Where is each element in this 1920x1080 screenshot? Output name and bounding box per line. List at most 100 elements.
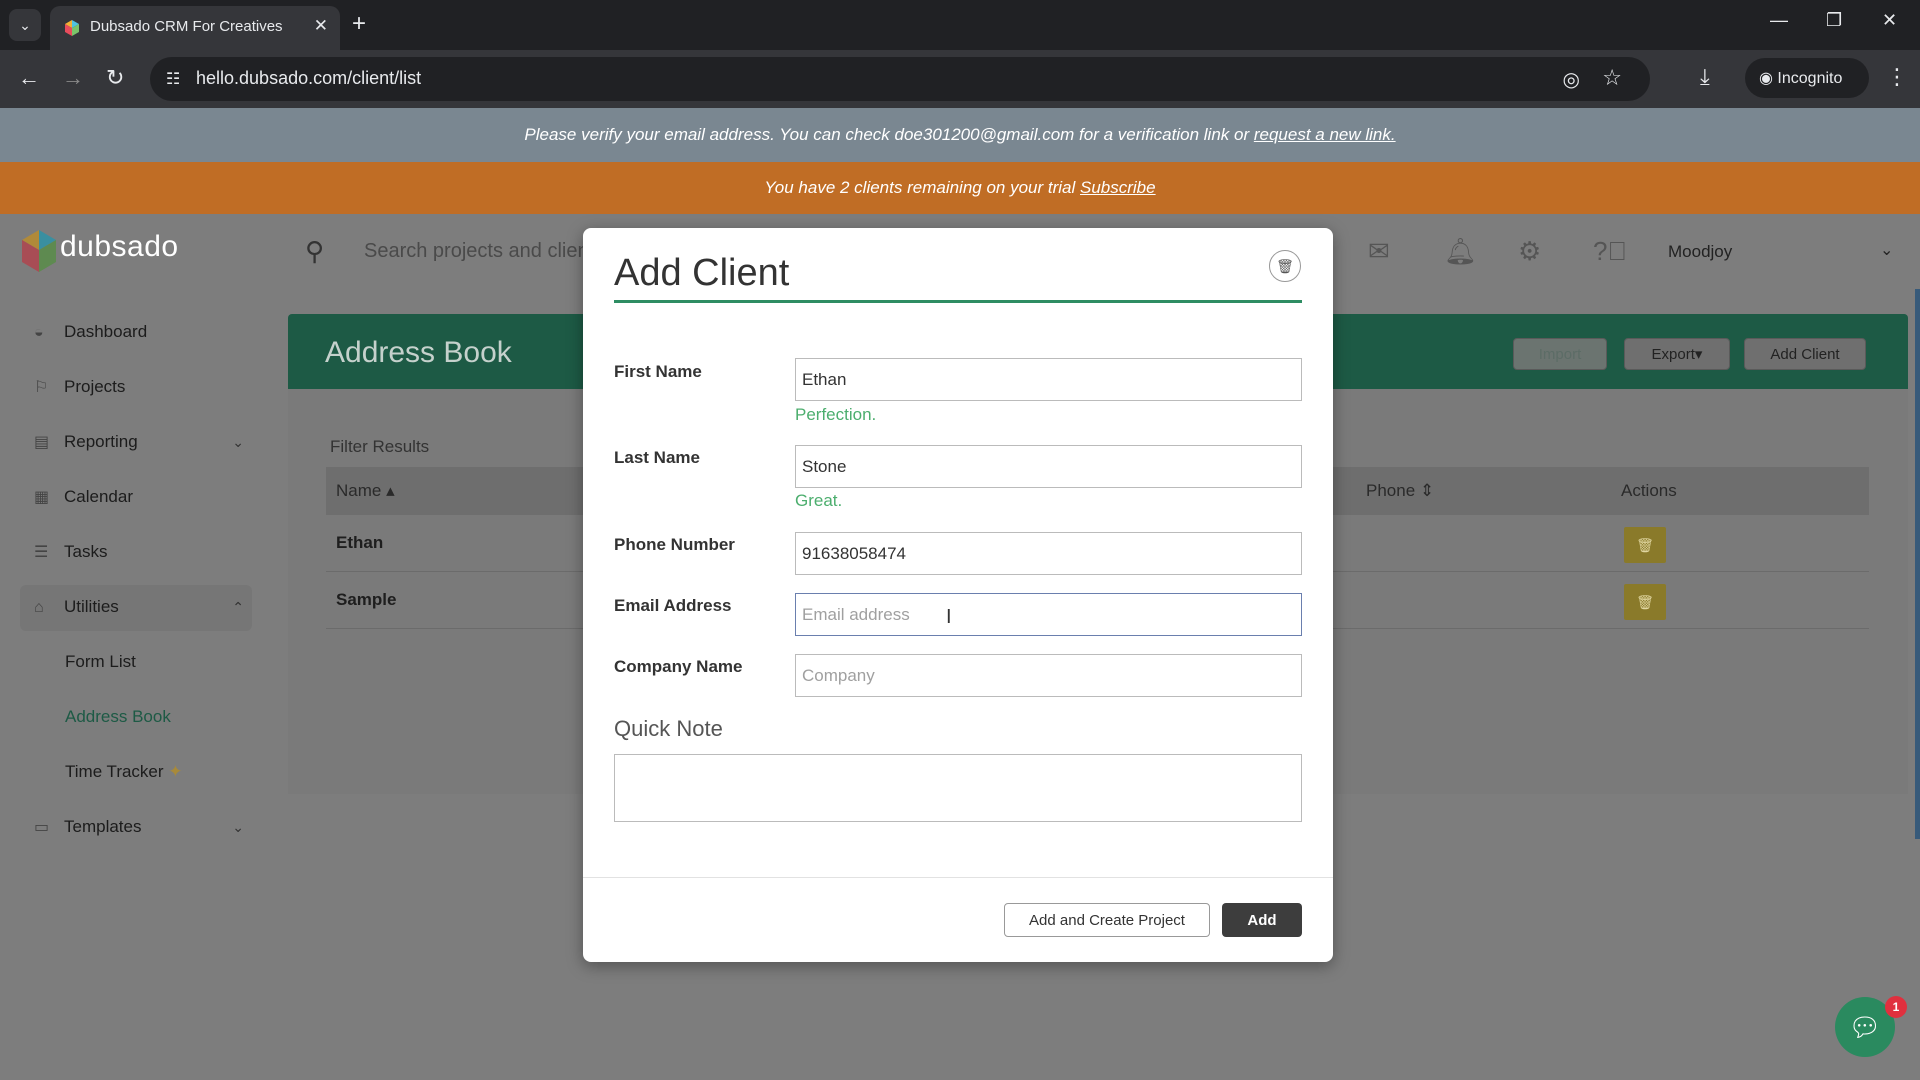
verify-email-banner: Please verify your email address. You ca… — [0, 108, 1920, 162]
reload-icon[interactable]: ↻ — [106, 64, 124, 92]
sidebar-item-time-tracker[interactable]: Time Tracker ✦ — [65, 757, 183, 787]
chevron-up-icon: ⌃ — [232, 599, 244, 615]
filter-results-label[interactable]: Filter Results — [330, 437, 429, 457]
discard-button[interactable]: 🗑︎ — [1269, 250, 1301, 282]
first-name-label: First Name — [614, 362, 702, 381]
incognito-icon: ◉ — [1759, 70, 1773, 87]
add-and-create-project-button[interactable]: Add and Create Project — [1004, 903, 1210, 937]
dubsado-favicon-icon — [65, 20, 79, 36]
browser-tab-bar: ⌄ Dubsado CRM For Creatives ✕ + — ❐ ✕ — [0, 0, 1920, 50]
trash-icon: 🗑︎ — [1636, 594, 1654, 610]
dubsado-logo-icon[interactable] — [22, 230, 56, 272]
phone-label: Phone Number — [614, 535, 735, 554]
sidebar-item-address-book[interactable]: Address Book — [65, 702, 171, 732]
delete-client-button[interactable]: 🗑︎ — [1624, 527, 1666, 563]
browser-menu-icon[interactable]: ⋮ — [1886, 64, 1908, 90]
address-bar[interactable]: ☷ hello.dubsado.com/client/list ◎ ☆ — [150, 57, 1650, 101]
trial-banner: You have 2 clients remaining on your tri… — [0, 162, 1920, 214]
phone-field[interactable] — [795, 532, 1302, 575]
delete-client-button[interactable]: 🗑︎ — [1624, 584, 1666, 620]
column-phone[interactable]: Phone ⇕ — [1366, 481, 1434, 501]
column-name[interactable]: Name ▴ — [336, 481, 395, 501]
quick-note-field[interactable] — [614, 754, 1302, 822]
modal-title: Add Client — [614, 252, 790, 294]
chevron-down-icon[interactable]: ⌄ — [1880, 240, 1893, 260]
text-cursor-icon: I — [946, 606, 952, 628]
user-menu-name[interactable]: Moodjoy — [1668, 242, 1732, 262]
subscribe-link[interactable]: Subscribe — [1080, 178, 1156, 197]
gear-icon[interactable]: ⚙ — [1518, 236, 1541, 267]
download-icon[interactable]: ⤓ — [1700, 64, 1710, 90]
column-name-label: Name — [336, 481, 382, 500]
sparkle-icon: ✦ — [168, 762, 183, 781]
sidebar-item-utilities[interactable]: ⌂ Utilities ⌃ — [34, 592, 244, 622]
templates-icon: ▭ — [34, 819, 50, 836]
quick-note-label: Quick Note — [614, 716, 723, 741]
minimize-icon[interactable]: — — [1770, 10, 1788, 31]
sidebar-item-reporting[interactable]: ▤ Reporting ⌄ — [34, 427, 244, 457]
column-phone-label: Phone — [1366, 481, 1416, 500]
company-label: Company Name — [614, 657, 743, 676]
email-label: Email Address — [614, 596, 732, 615]
tab-search-button[interactable]: ⌄ — [9, 9, 41, 41]
forward-icon[interactable]: → — [62, 64, 84, 92]
bell-icon[interactable]: 🔔︎ — [1444, 236, 1477, 267]
trash-icon: 🗑︎ — [1276, 258, 1294, 274]
restore-icon[interactable]: ❐ — [1826, 10, 1842, 31]
url-text[interactable]: hello.dubsado.com/client/list — [196, 68, 421, 89]
sidebar-item-calendar[interactable]: ▦ Calendar — [34, 482, 244, 512]
search-input[interactable] — [364, 236, 584, 266]
page-title: Address Book — [325, 336, 512, 369]
last-name-field[interactable] — [795, 445, 1302, 488]
bookmark-star-icon[interactable]: ☆ — [1602, 65, 1622, 91]
last-name-label: Last Name — [614, 448, 700, 467]
first-name-hint: Perfection. — [795, 405, 877, 424]
reporting-icon: ▤ — [34, 434, 50, 451]
back-icon[interactable]: ← — [18, 64, 40, 92]
site-info-icon[interactable]: ☷ — [166, 69, 180, 89]
time-tracker-label: Time Tracker — [65, 762, 164, 781]
incognito-badge[interactable]: ◉ Incognito — [1745, 58, 1869, 98]
mail-icon[interactable]: ✉ — [1368, 236, 1390, 267]
tasks-icon: ☰ — [34, 544, 49, 561]
export-button[interactable]: Export▾ — [1624, 338, 1730, 370]
projects-icon: ⚐ — [34, 379, 49, 396]
browser-tab[interactable]: Dubsado CRM For Creatives ✕ — [50, 6, 340, 50]
add-button[interactable]: Add — [1222, 903, 1302, 937]
calendar-icon: ▦ — [34, 489, 50, 506]
search-icon[interactable]: ⚲ — [305, 236, 324, 267]
sort-icon: ⇕ — [1419, 481, 1435, 500]
title-divider — [614, 300, 1302, 303]
client-name[interactable]: Ethan — [336, 533, 383, 553]
logo-text[interactable]: dubsado — [60, 230, 179, 264]
sidebar-item-form-list[interactable]: Form List — [65, 647, 136, 677]
company-field[interactable] — [795, 654, 1302, 697]
add-client-button[interactable]: Add Client — [1744, 338, 1866, 370]
tracking-protection-icon[interactable]: ◎ — [1563, 67, 1580, 92]
sidebar: ◒ Dashboard ⚐ Projects ▤ Reporting ⌄ ▦ Calen… — [0, 289, 260, 1080]
incognito-label: Incognito — [1777, 70, 1843, 87]
tab-close-icon[interactable]: ✕ — [314, 16, 328, 36]
email-field[interactable] — [795, 593, 1302, 636]
trial-text: You have 2 clients remaining on your tri… — [764, 178, 1080, 197]
client-name[interactable]: Sample — [336, 590, 396, 610]
close-window-icon[interactable]: ✕ — [1882, 10, 1897, 31]
import-button[interactable]: Import — [1513, 338, 1607, 370]
sidebar-item-projects[interactable]: ⚐ Projects — [34, 372, 244, 402]
page-scrollbar[interactable] — [1915, 289, 1920, 839]
browser-toolbar: ← → ↻ ☷ hello.dubsado.com/client/list ◎ … — [0, 50, 1920, 108]
chevron-down-icon: ⌄ — [232, 819, 244, 835]
first-name-field[interactable] — [795, 358, 1302, 401]
tab-title: Dubsado CRM For Creatives — [90, 18, 283, 35]
dashboard-icon: ◒ — [34, 324, 44, 341]
new-tab-button[interactable]: + — [352, 10, 366, 38]
export-label: Export — [1651, 346, 1695, 363]
sidebar-item-templates[interactable]: ▭ Templates ⌄ — [34, 812, 244, 842]
request-new-link[interactable]: request a new link. — [1254, 125, 1396, 144]
help-icon[interactable]: ?⃝ — [1593, 236, 1627, 267]
sidebar-item-tasks[interactable]: ☰ Tasks — [34, 537, 244, 567]
caret-down-icon: ▾ — [1694, 346, 1703, 363]
sidebar-item-dashboard[interactable]: ◒ Dashboard — [34, 317, 244, 347]
last-name-hint: Great. — [795, 491, 843, 510]
chat-unread-badge: 1 — [1885, 996, 1907, 1018]
